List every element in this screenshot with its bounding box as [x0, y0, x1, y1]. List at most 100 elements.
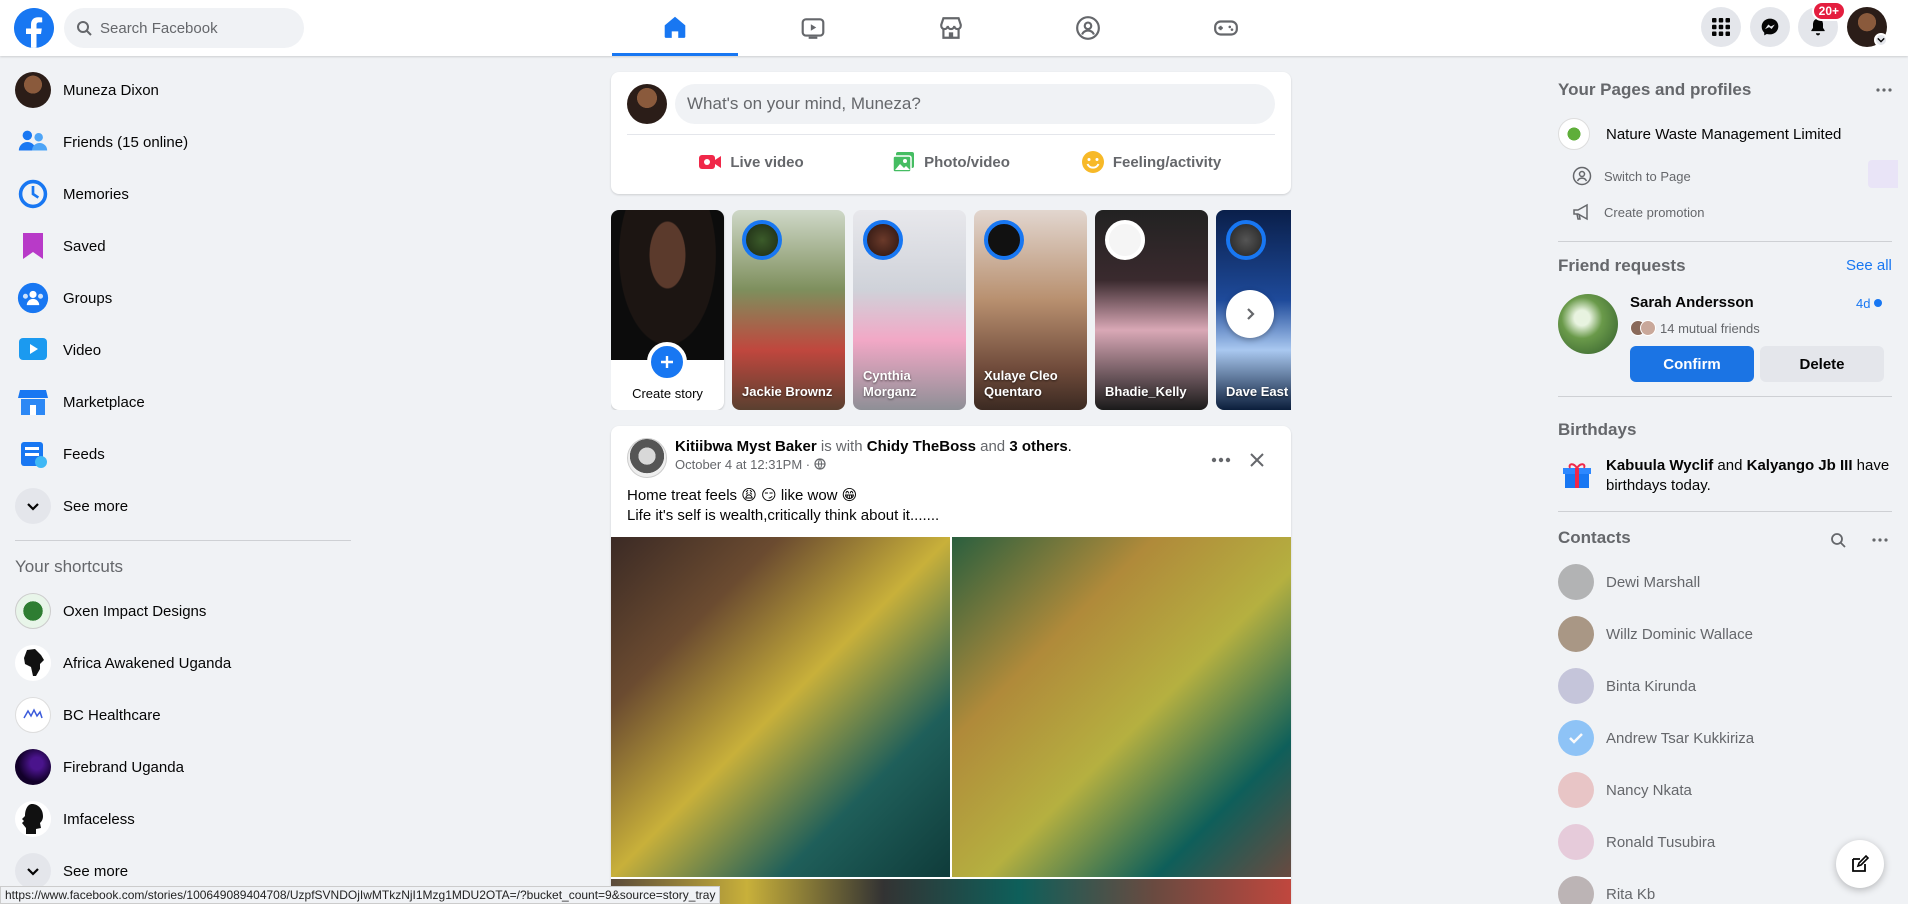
contact-item[interactable]: Ronald Tusubira: [1558, 816, 1715, 868]
collapsed-panel-tab[interactable]: [1868, 160, 1898, 188]
facebook-logo-icon[interactable]: [14, 8, 54, 48]
post-options-button[interactable]: [1203, 442, 1239, 478]
request-name[interactable]: Sarah Andersson: [1630, 294, 1754, 311]
messenger-button[interactable]: [1750, 7, 1790, 47]
mutual-friends[interactable]: 14 mutual friends: [1630, 320, 1760, 336]
sidebar-item-groups[interactable]: Groups: [8, 272, 344, 324]
post-tagged-name[interactable]: Chidy TheBoss: [867, 438, 976, 455]
menu-button[interactable]: [1701, 7, 1741, 47]
post-composer: What's on your mind, Muneza? Live video …: [611, 72, 1291, 194]
add-story-icon[interactable]: [647, 342, 687, 382]
sidebar-item-friends[interactable]: Friends (15 online): [8, 116, 344, 168]
contacts-search-button[interactable]: [1824, 526, 1852, 554]
contact-item[interactable]: Andrew Tsar Kukkiriza: [1558, 712, 1754, 764]
stories-tray: Create story Jackie Brownz Cynthia Morga…: [611, 210, 1291, 410]
composer-avatar[interactable]: [627, 84, 667, 124]
left-sidebar: Muneza Dixon Friends (15 online) Memorie…: [0, 56, 360, 904]
post-text-line: Home treat feels 😩 😏 like wow 😁: [627, 487, 858, 504]
create-story-card[interactable]: Create story: [611, 210, 724, 410]
sidebar-item-label: Video: [63, 341, 102, 359]
story-name: Cynthia Morganz: [863, 368, 917, 399]
composer-placeholder: What's on your mind, Muneza?: [687, 94, 921, 113]
post-others-link[interactable]: 3 others: [1009, 438, 1067, 455]
sidebar-item-saved[interactable]: Saved: [8, 220, 344, 272]
delete-button[interactable]: Delete: [1760, 346, 1884, 382]
contact-avatar: [1558, 876, 1594, 904]
shortcut-imfaceless[interactable]: Imfaceless: [8, 793, 344, 845]
right-divider: [1558, 241, 1892, 242]
notifications-button[interactable]: 20+: [1798, 1, 1846, 47]
contact-item[interactable]: Dewi Marshall: [1558, 556, 1700, 608]
shortcut-bc-healthcare[interactable]: BC Healthcare: [8, 689, 344, 741]
post-author-avatar[interactable]: [627, 438, 667, 478]
more-horizontal-icon: [1876, 88, 1892, 92]
post-close-button[interactable]: [1239, 442, 1275, 478]
memories-icon: [18, 179, 48, 209]
sidebar-item-video[interactable]: Video: [8, 324, 344, 376]
video-icon: [19, 338, 47, 360]
shortcut-avatar: [15, 593, 51, 629]
birthday-name[interactable]: Kalyango Jb III: [1747, 457, 1853, 474]
birthday-name[interactable]: Kabuula Wyclif: [1606, 457, 1713, 474]
new-message-button[interactable]: [1836, 840, 1884, 888]
switch-to-page-button[interactable]: Switch to Page: [1572, 166, 1691, 186]
page-item[interactable]: Nature Waste Management Limited: [1558, 118, 1841, 150]
shortcut-africa-awakened-uganda[interactable]: Africa Awakened Uganda: [8, 637, 344, 689]
tab-groups[interactable]: [1025, 0, 1151, 56]
tab-video[interactable]: [750, 0, 876, 56]
switch-to-page-label: Switch to Page: [1604, 168, 1691, 184]
sidebar-item-label: Friends (15 online): [63, 133, 189, 151]
create-story-photo: [611, 210, 724, 360]
contacts-options-button[interactable]: [1866, 526, 1894, 554]
shortcut-oxen-impact-designs[interactable]: Oxen Impact Designs: [8, 585, 344, 637]
contact-name: Binta Kirunda: [1606, 677, 1697, 695]
create-promotion-button[interactable]: Create promotion: [1572, 202, 1704, 222]
contact-avatar: [1558, 772, 1594, 808]
birthday-text: Kabuula Wyclif and Kalyango Jb III have …: [1606, 456, 1896, 496]
contact-item[interactable]: Binta Kirunda: [1558, 660, 1696, 712]
stories-next-button[interactable]: [1226, 290, 1274, 338]
page-logo-icon: [1558, 118, 1590, 150]
contact-item[interactable]: Nancy Nkata: [1558, 764, 1692, 816]
post-timestamp[interactable]: October 4 at 12:31PM ·: [675, 457, 810, 472]
contact-name: Dewi Marshall: [1606, 573, 1701, 591]
shortcut-label: See more: [63, 862, 129, 880]
photo-video-button[interactable]: Photo/video: [851, 142, 1051, 182]
tab-gaming[interactable]: [1163, 0, 1289, 56]
post-photo[interactable]: [611, 537, 950, 877]
home-icon: [664, 16, 686, 38]
sidebar-item-profile[interactable]: Muneza Dixon: [8, 64, 344, 116]
post-author-name[interactable]: Kitiibwa Myst Baker: [675, 438, 817, 455]
pages-options-button[interactable]: [1870, 76, 1898, 104]
smiley-icon: [1081, 151, 1104, 173]
tab-marketplace[interactable]: [888, 0, 1014, 56]
shortcut-firebrand-uganda[interactable]: Firebrand Uganda: [8, 741, 344, 793]
story-card[interactable]: Cynthia Morganz: [853, 210, 966, 410]
contact-name: Nancy Nkata: [1606, 781, 1692, 799]
story-card[interactable]: Xulaye Cleo Quentaro: [974, 210, 1087, 410]
story-card[interactable]: Jackie Brownz: [732, 210, 845, 410]
see-all-link[interactable]: See all: [1846, 257, 1892, 274]
sidebar-item-marketplace[interactable]: Marketplace: [8, 376, 344, 428]
story-name: Xulaye Cleo Quentaro: [984, 368, 1058, 399]
search-bar[interactable]: [64, 8, 304, 48]
create-story-label: Create story: [632, 386, 703, 401]
groups-icon: [17, 282, 49, 314]
feeling-activity-button[interactable]: Feeling/activity: [1051, 142, 1251, 182]
post-photo[interactable]: [952, 537, 1291, 877]
sidebar-item-feeds[interactable]: Feeds: [8, 428, 344, 480]
confirm-button[interactable]: Confirm: [1630, 346, 1754, 382]
search-input[interactable]: [100, 19, 290, 37]
composer-input[interactable]: What's on your mind, Muneza?: [675, 84, 1275, 124]
story-card[interactable]: Bhadie_Kelly: [1095, 210, 1208, 410]
request-avatar[interactable]: [1558, 294, 1618, 354]
live-video-label: Live video: [730, 153, 804, 171]
tab-home[interactable]: [612, 0, 738, 56]
contact-item[interactable]: Rita Kb: [1558, 868, 1655, 904]
sidebar-item-label: Marketplace: [63, 393, 145, 411]
contact-item[interactable]: Willz Dominic Wallace: [1558, 608, 1753, 660]
sidebar-item-memories[interactable]: Memories: [8, 168, 344, 220]
sidebar-see-more[interactable]: See more: [8, 480, 344, 532]
live-video-button[interactable]: Live video: [651, 142, 851, 182]
account-chevron-icon[interactable]: [1874, 33, 1888, 47]
